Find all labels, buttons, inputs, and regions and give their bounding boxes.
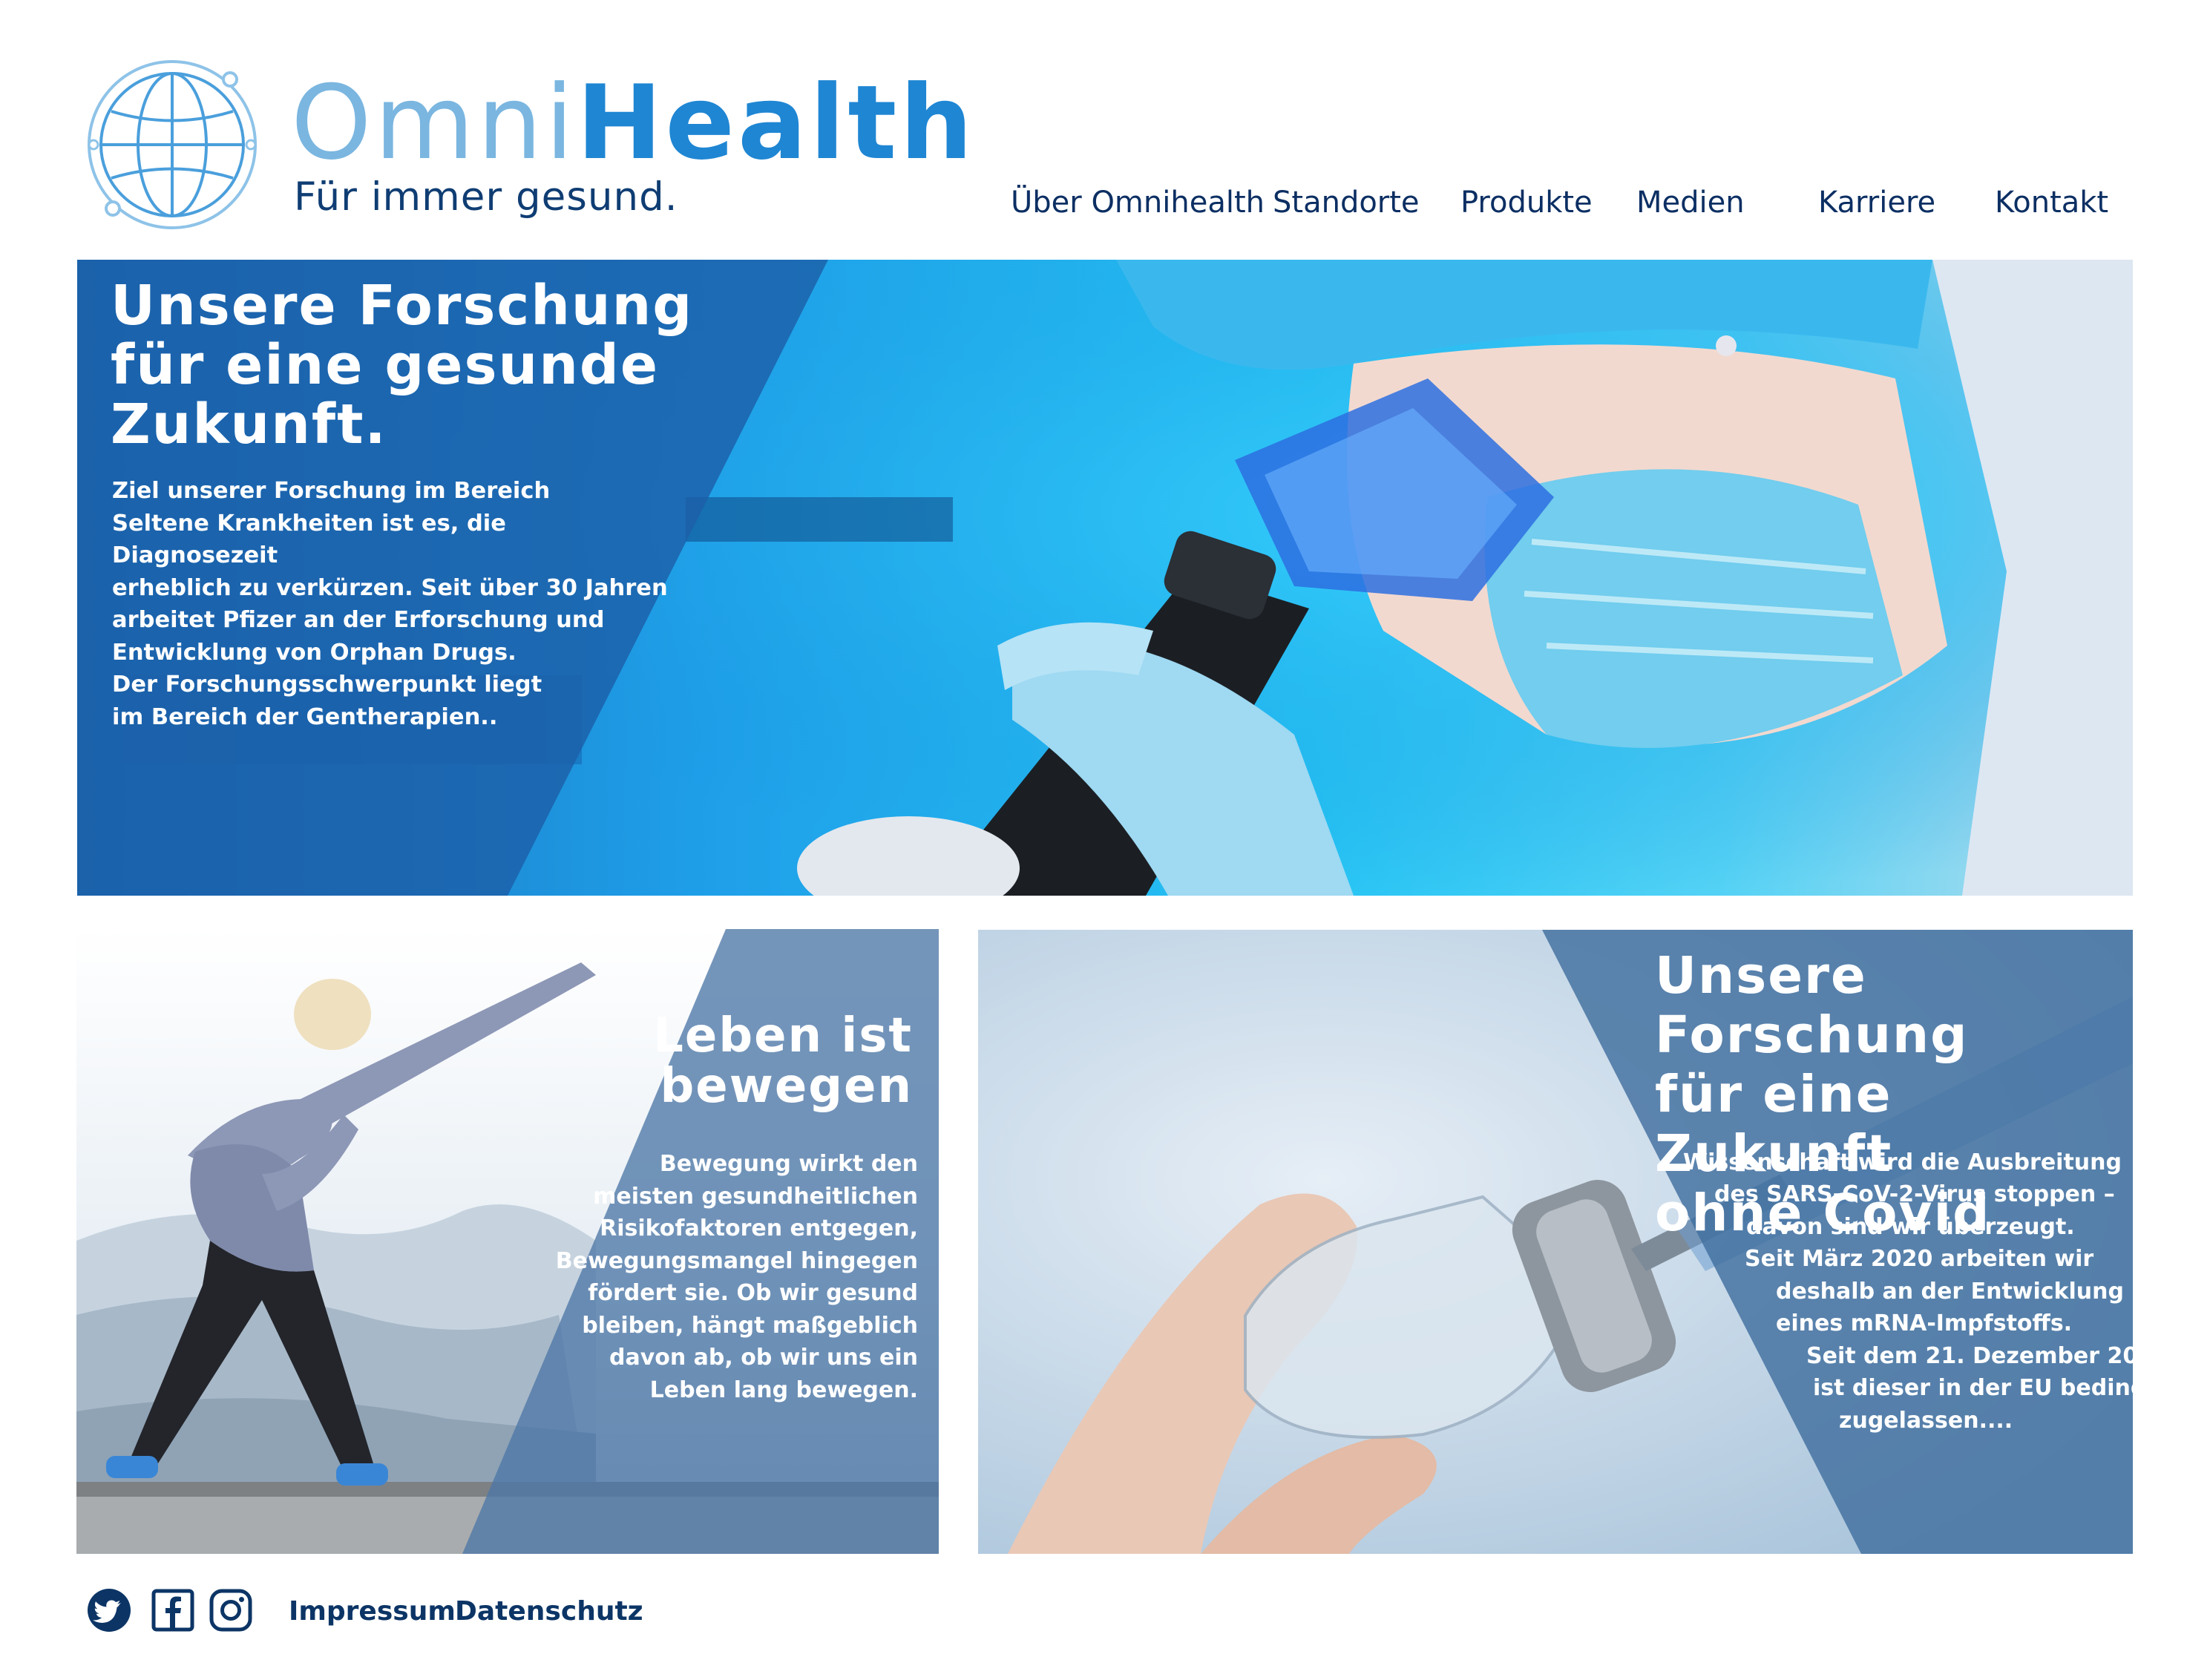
card-right-text-line: des SARS-CoV-2-Virus stoppen – [1714, 1181, 2115, 1207]
nav-item-ueber-omnihealth[interactable]: Über Omnihealth [1011, 186, 1265, 220]
card-right-text-line: zugelassen.... [1839, 1408, 2013, 1434]
twitter-icon[interactable] [87, 1588, 131, 1633]
datenschutz-link[interactable]: Datenschutz [455, 1596, 643, 1627]
brand-name: OmniHealth [291, 72, 976, 174]
card-right-text-line: ist dieser in der EU bedingt [1813, 1375, 2133, 1401]
card-leben-ist-bewegen[interactable]: Leben ist bewegen Bewegung wirkt den mei… [76, 929, 939, 1554]
logo[interactable]: OmniHealth Für immer gesund. [82, 56, 973, 234]
main-nav: Über Omnihealth Standorte Produkte Medie… [965, 186, 2122, 230]
card-left-text: Bewegung wirkt den meisten gesundheitlic… [555, 1151, 918, 1403]
card-zukunft-ohne-covid[interactable]: Unsere Forschung für eine Zukunft ohne C… [978, 930, 2133, 1554]
brand-name-part1: Omni [291, 63, 577, 183]
hero-text: Ziel unserer Forschung im Bereich Selten… [112, 478, 668, 730]
nav-item-produkte[interactable]: Produkte [1460, 186, 1593, 220]
nav-item-standorte[interactable]: Standorte [1273, 186, 1420, 220]
card-left-title: Leben ist bewegen [653, 1008, 913, 1114]
instagram-icon[interactable] [209, 1588, 253, 1633]
nav-item-medien[interactable]: Medien [1636, 186, 1745, 220]
card-right-text-line: Wissenschaft wird die Ausbreitung [1683, 1149, 2122, 1175]
impressum-link[interactable]: Impressum [289, 1596, 456, 1627]
globe-icon [88, 60, 257, 229]
facebook-icon[interactable] [151, 1588, 195, 1633]
hero-banner: Unsere Forschung für eine gesunde Zukunf… [77, 260, 2133, 896]
brand-name-part2: Health [576, 63, 976, 183]
card-right-text-line: Seit dem 21. Dezember 2020 [1806, 1343, 2133, 1369]
card-right-text-line: davon sind wir überzeugt. [1746, 1214, 2075, 1240]
hero-title-text: Unsere Forschung für eine gesunde Zukunf… [111, 274, 694, 456]
card-right-text-line: deshalb an der Entwicklung [1776, 1279, 2124, 1305]
nav-item-kontakt[interactable]: Kontakt [1995, 186, 2108, 220]
footer: Impressum Datenschutz [85, 1584, 679, 1644]
nav-item-karriere[interactable]: Karriere [1818, 186, 1935, 220]
hero-title: Unsere Forschung für eine gesunde Zukunf… [111, 276, 704, 454]
card-right-text-line: eines mRNA-Impfstoffs. [1776, 1310, 2073, 1336]
card-right-text-line: Seit März 2020 arbeiten wir [1745, 1246, 2094, 1272]
brand-slogan: Für immer gesund. [294, 174, 678, 220]
